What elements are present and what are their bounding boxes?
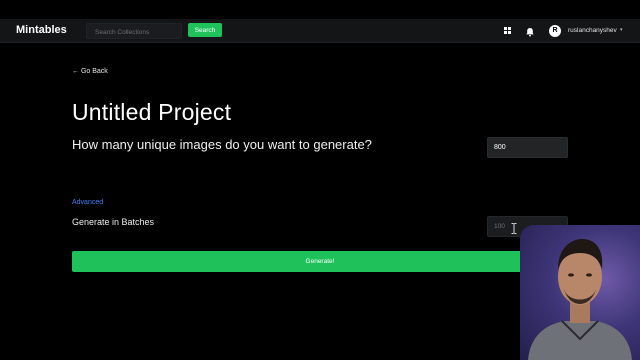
generate-button[interactable]: Generate! bbox=[72, 251, 568, 272]
brand-logo[interactable]: Mintables bbox=[16, 24, 67, 36]
grid-icon[interactable] bbox=[502, 25, 514, 37]
go-back-link[interactable]: ← Go Back bbox=[72, 68, 108, 75]
presenter-figure bbox=[528, 239, 632, 360]
top-navbar: Mintables Search R ruslanchanyshev ▾ bbox=[0, 19, 640, 43]
batches-label: Generate in Batches bbox=[72, 217, 155, 227]
letterbox-top bbox=[0, 0, 640, 19]
chevron-down-icon[interactable]: ▾ bbox=[620, 27, 623, 33]
avatar[interactable]: R bbox=[549, 25, 561, 37]
username-label[interactable]: ruslanchanyshev bbox=[568, 27, 617, 34]
search-input[interactable] bbox=[86, 23, 182, 39]
bell-icon[interactable] bbox=[524, 25, 536, 37]
page-title: Untitled Project bbox=[72, 99, 232, 125]
image-count-question: How many unique images do you want to ge… bbox=[72, 137, 372, 152]
presenter-webcam-overlay bbox=[520, 225, 640, 360]
advanced-toggle[interactable]: Advanced bbox=[72, 199, 103, 206]
search-button[interactable]: Search bbox=[188, 23, 222, 37]
image-count-input[interactable] bbox=[487, 137, 568, 158]
text-cursor-icon bbox=[511, 221, 517, 234]
